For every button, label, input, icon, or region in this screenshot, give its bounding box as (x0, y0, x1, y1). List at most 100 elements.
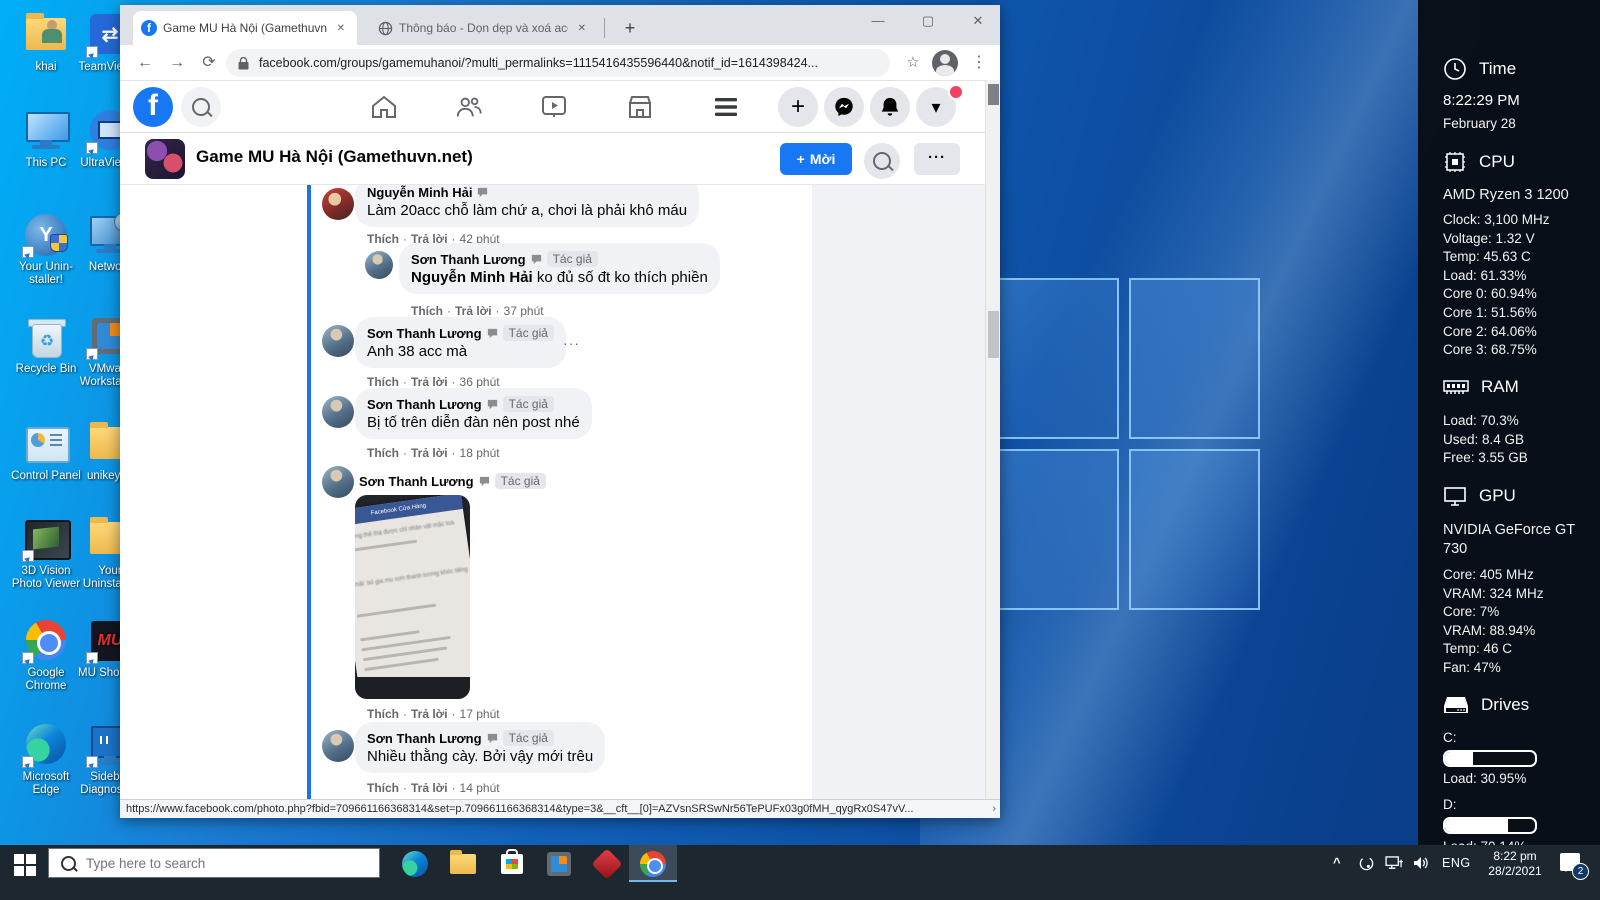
photo-screen: Facebook Cửa Hàng không thể thả được chỉ… (355, 495, 470, 699)
like-link[interactable]: Thích (367, 781, 399, 795)
messenger-button[interactable] (824, 87, 864, 127)
taskbar-chrome[interactable] (640, 851, 666, 877)
marketplace-icon[interactable] (626, 94, 654, 120)
reply-link[interactable]: Trả lời (455, 304, 492, 318)
shortcut-arrow-icon (86, 756, 98, 768)
commenter-avatar[interactable] (365, 251, 393, 279)
tab-close-icon[interactable]: ✕ (574, 21, 590, 36)
profile-avatar[interactable] (932, 50, 958, 76)
commenter-avatar[interactable] (322, 396, 354, 428)
author-badge: Tác giả (503, 396, 554, 412)
minimize-button[interactable]: — (858, 5, 898, 37)
commenter-avatar[interactable] (322, 188, 354, 220)
fb-search-button[interactable] (181, 87, 221, 127)
commenter-avatar[interactable] (322, 466, 354, 498)
shortcut-arrow-icon (22, 652, 34, 664)
tray-clock[interactable]: 8:22 pm 28/2/2021 (1478, 849, 1552, 886)
maximize-button[interactable]: ▢ (908, 5, 948, 37)
reply-link[interactable]: Trả lời (411, 781, 448, 795)
start-button[interactable] (14, 854, 36, 876)
comment-options-icon[interactable]: ··· (563, 335, 580, 351)
commenter-name[interactable]: Sơn Thanh Lương (367, 731, 482, 746)
tray-sync-icon[interactable] (1358, 855, 1375, 892)
tray-volume-icon[interactable] (1412, 855, 1430, 892)
back-button[interactable]: ← (132, 50, 158, 76)
taskbar-search-input[interactable] (84, 855, 358, 872)
drive-c-bar (1443, 750, 1537, 767)
like-link[interactable]: Thích (367, 446, 399, 460)
action-center-icon[interactable]: 2 (1560, 853, 1580, 890)
bookmark-star-icon[interactable]: ☆ (900, 50, 926, 76)
commenter-name[interactable]: Nguyễn Minh Hải (367, 185, 472, 200)
reply-link[interactable]: Trả lời (411, 707, 448, 721)
close-button[interactable]: ✕ (958, 5, 998, 37)
like-link[interactable]: Thích (367, 707, 399, 721)
browser-menu-icon[interactable]: ⋮ (966, 50, 992, 76)
mention-link[interactable]: Nguyễn Minh Hải (411, 269, 533, 286)
tab-divider (604, 18, 605, 38)
scrollbar-thumb[interactable] (988, 311, 999, 358)
sidebar-drives-header: Drives (1443, 694, 1529, 716)
author-badge: Tác giả (503, 325, 554, 341)
cpu-chip-icon (1443, 150, 1467, 174)
group-avatar[interactable] (145, 139, 185, 179)
author-badge: Tác giả (503, 730, 554, 746)
group-title: Game MU Hà Nội (Gamethuvn.net) (196, 147, 473, 167)
tray-network-icon[interactable] (1385, 856, 1404, 893)
group-more-button[interactable]: ··· (914, 143, 960, 175)
taskbar-vmware[interactable] (547, 851, 573, 877)
shortcut-arrow-icon (22, 246, 34, 258)
tab-close-icon[interactable]: ✕ (333, 21, 349, 36)
commenter-name[interactable]: Sơn Thanh Lương (411, 252, 526, 267)
invite-button[interactable]: + Mời (780, 143, 852, 175)
sidebar-clock: 8:22:29 PM (1443, 92, 1520, 109)
status-url: https://www.facebook.com/photo.php?fbid=… (126, 803, 913, 815)
group-search-button[interactable] (864, 143, 900, 179)
author-badge: Tác giả (495, 473, 546, 489)
shortcut-arrow-icon (86, 348, 98, 360)
like-link[interactable]: Thích (367, 232, 399, 246)
taskbar-search[interactable] (48, 848, 380, 878)
new-tab-button[interactable]: + (616, 14, 644, 42)
like-link[interactable]: Thích (367, 375, 399, 389)
scrollbar-thumb[interactable] (988, 84, 999, 105)
address-bar[interactable] (226, 49, 890, 77)
clock-icon (1443, 57, 1467, 81)
reply-link[interactable]: Trả lời (411, 375, 448, 389)
watch-icon[interactable] (540, 94, 568, 120)
commenter-avatar[interactable] (322, 325, 354, 357)
commenter-avatar[interactable] (322, 730, 354, 762)
like-link[interactable]: Thích (411, 304, 443, 318)
tab-game-mu-hanoi[interactable]: f Game MU Hà Nội (Gamethuvn.ne ✕ (133, 11, 357, 45)
commenter-name[interactable]: Sơn Thanh Lương (367, 397, 482, 412)
contributor-badge-icon (486, 327, 499, 340)
tray-show-hidden-icons[interactable]: ^ (1333, 855, 1341, 892)
taskbar-file-explorer[interactable] (450, 851, 476, 877)
sidebar-cpu-header: CPU (1443, 150, 1515, 174)
cpu-stats: Clock: 3,100 MHzVoltage: 1.32 V Temp: 45… (1443, 211, 1550, 360)
tab-thong-bao[interactable]: Thông báo - Dọn dẹp và xoá acc ✕ (370, 11, 598, 45)
tray-language[interactable]: ENG (1442, 856, 1471, 893)
create-plus-button[interactable]: + (778, 87, 818, 127)
facebook-logo[interactable]: f (133, 87, 173, 127)
url-input[interactable] (257, 55, 841, 71)
forward-button[interactable]: → (164, 50, 190, 76)
drive-d-label: D: (1443, 796, 1457, 815)
menu-hamburger-icon[interactable] (712, 94, 740, 120)
notifications-button[interactable] (870, 87, 910, 127)
taskbar-edge[interactable] (402, 851, 428, 877)
shortcut-arrow-icon (86, 652, 98, 664)
friends-icon[interactable] (455, 94, 483, 120)
windows-logo-wallpaper (988, 278, 1260, 610)
taskbar-store[interactable] (499, 851, 525, 877)
shortcut-arrow-icon (22, 550, 34, 562)
reload-button[interactable]: ⟳ (196, 50, 222, 76)
commenter-name[interactable]: Sơn Thanh Lương (359, 474, 474, 489)
reply-link[interactable]: Trả lời (411, 446, 448, 460)
taskbar-game-launcher[interactable] (596, 851, 622, 877)
home-icon[interactable] (370, 94, 398, 120)
shield-icon (50, 234, 68, 252)
commenter-name[interactable]: Sơn Thanh Lương (367, 326, 482, 341)
browser-scrollbar[interactable] (985, 80, 1000, 799)
comment-photo-attachment[interactable]: Facebook Cửa Hàng không thể thả được chỉ… (355, 495, 470, 699)
